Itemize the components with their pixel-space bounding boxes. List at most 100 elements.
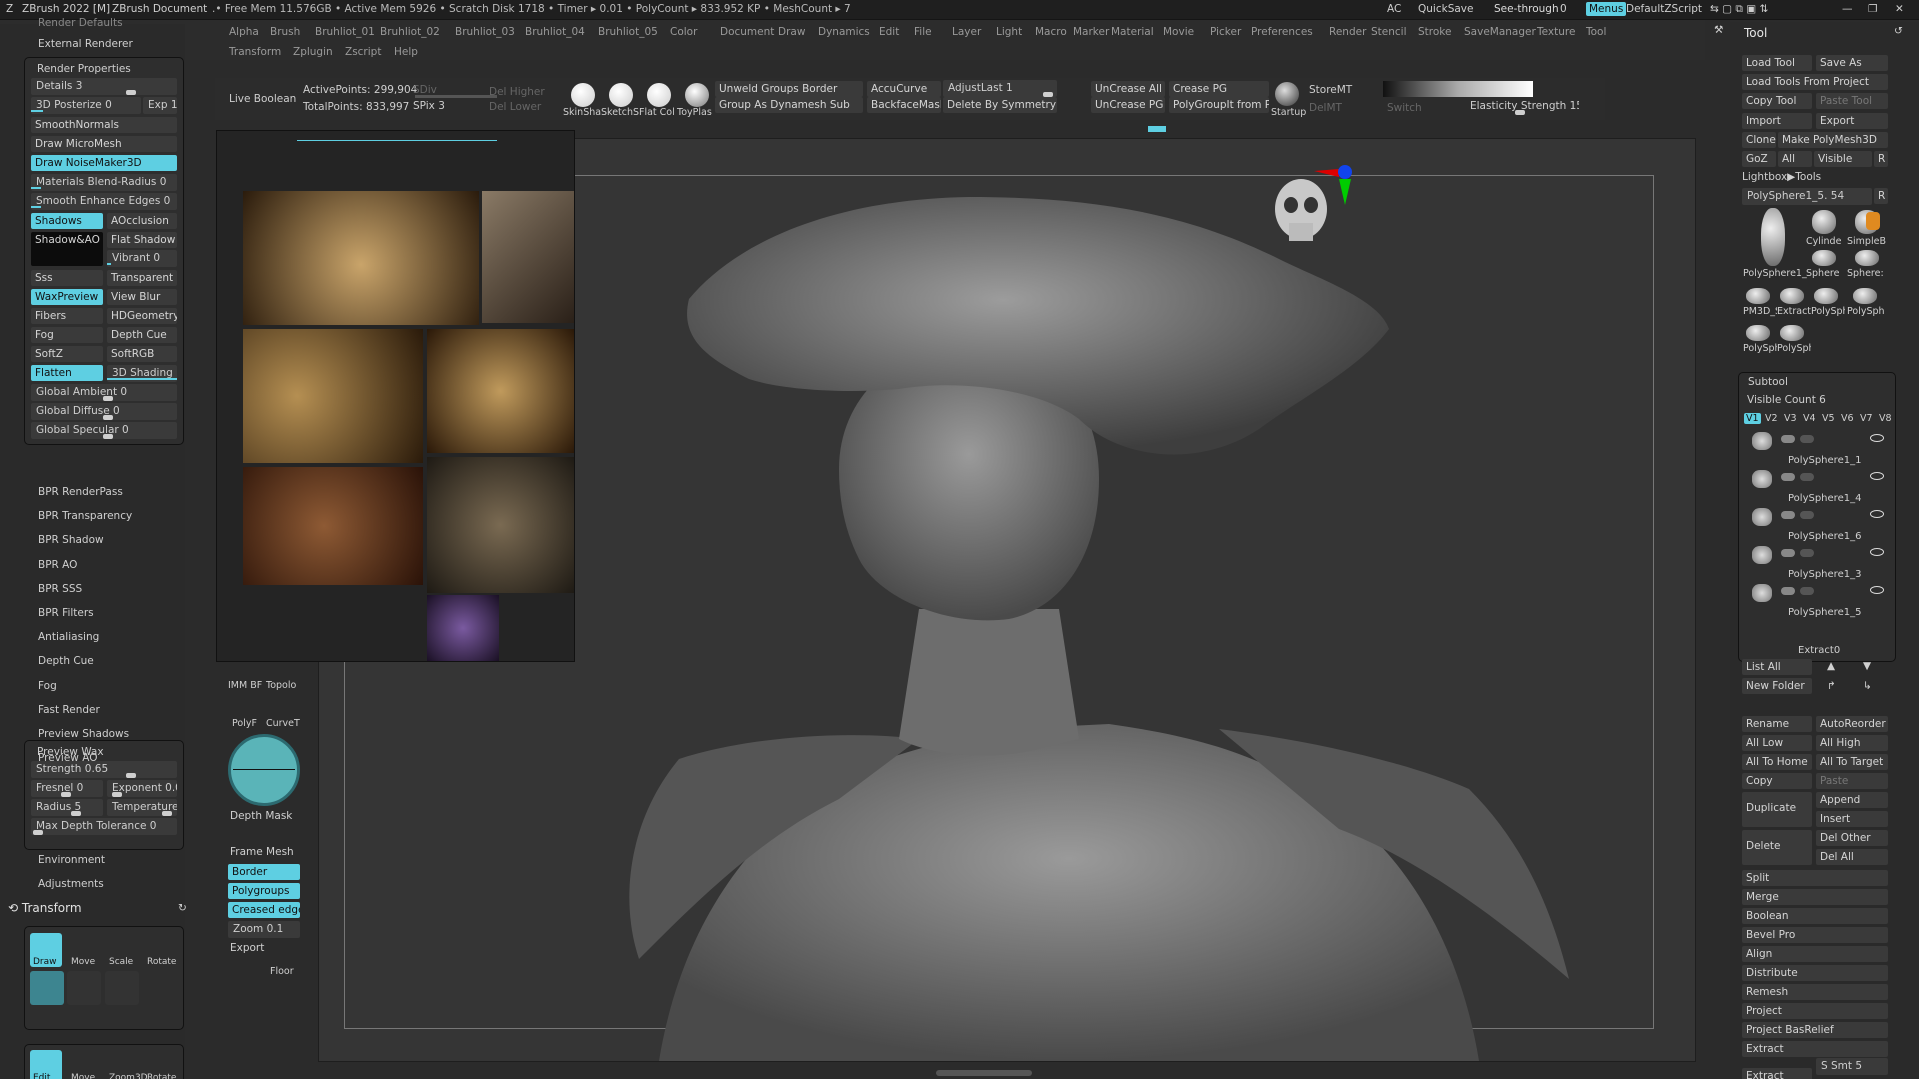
visibility-set-tab-v1[interactable]: V1 — [1744, 413, 1761, 424]
bottom-scroll-handle[interactable] — [936, 1070, 1032, 1076]
menu-bruhliot-02[interactable]: Bruhliot_02 — [380, 26, 440, 38]
storemt-button[interactable]: StoreMT — [1309, 84, 1352, 96]
shelf-scroll-marker[interactable] — [1148, 126, 1166, 132]
creased-edges-toggle[interactable]: Creased edges — [228, 902, 300, 918]
fog-toggle[interactable]: Fog — [31, 327, 103, 343]
save-as-button[interactable]: Save As — [1816, 55, 1888, 71]
3d-shading-slider[interactable]: 3D Shading 10 — [107, 365, 177, 382]
external-renderer-item[interactable]: External Renderer — [38, 38, 133, 50]
refresh-icon[interactable]: ↻ — [178, 902, 187, 914]
nav-tool-move[interactable]: Move — [71, 1073, 95, 1079]
tool-thumb-6[interactable] — [1780, 288, 1804, 304]
menu-brush[interactable]: Brush — [270, 26, 300, 38]
subtool-toggle-a-3[interactable] — [1781, 549, 1795, 557]
export-button[interactable]: Export — [1816, 113, 1888, 129]
tool-thumb-4[interactable] — [1855, 250, 1879, 266]
reference-image-5[interactable] — [243, 467, 423, 585]
flat-shadow-toggle[interactable]: Flat Shadow — [107, 232, 177, 248]
elasticity-strength-slider[interactable]: Elasticity Strength 156 — [1465, 98, 1579, 115]
vibrant-slider[interactable]: Vibrant 0 — [107, 250, 177, 267]
visibility-set-tab-v2[interactable]: V2 — [1763, 413, 1780, 424]
seethrough-slider[interactable]: See-through — [1494, 3, 1559, 15]
edit-sphere-icon[interactable] — [30, 971, 64, 1005]
section-bpr-transparency[interactable]: BPR Transparency — [38, 510, 132, 522]
ac-button[interactable]: AC — [1387, 3, 1401, 15]
delmt-button[interactable]: DelMT — [1309, 102, 1342, 114]
paste-tool-button[interactable]: Paste Tool — [1816, 93, 1888, 109]
materials-blend-radius-slider[interactable]: Materials Blend-Radius 0 — [31, 174, 177, 191]
visibility-set-tab-v3[interactable]: V3 — [1782, 413, 1799, 424]
import-button[interactable]: Import — [1742, 113, 1812, 129]
all-to-home-button[interactable]: All To Home — [1742, 754, 1812, 770]
subtool-toggle-a-1[interactable] — [1781, 473, 1795, 481]
material-ball-sketch[interactable] — [609, 83, 633, 107]
move-down-icon[interactable]: ▼ — [1863, 660, 1871, 672]
section-bpr-sss[interactable]: BPR SSS — [38, 583, 82, 595]
goz-all-button[interactable]: All — [1778, 151, 1812, 167]
folder-arrow-icon[interactable]: ↱ — [1827, 680, 1836, 692]
visibility-set-tab-v4[interactable]: V4 — [1801, 413, 1818, 424]
waxpreview-toggle[interactable]: WaxPreview — [31, 289, 103, 305]
export-button[interactable]: Export — [230, 942, 264, 954]
subtool-thumb-4[interactable] — [1752, 584, 1772, 602]
subtool-thumb-0[interactable] — [1752, 432, 1772, 450]
menu-tool[interactable]: Tool — [1586, 26, 1606, 38]
posterize-slider[interactable]: 3D Posterize 0 — [31, 97, 141, 114]
subtool-toggle-b-4[interactable] — [1800, 587, 1814, 595]
clone-button[interactable]: Clone — [1742, 132, 1776, 148]
append-button[interactable]: Append — [1816, 792, 1888, 808]
folder-arrow2-icon[interactable]: ↳ — [1863, 680, 1872, 692]
polygroupit-button[interactable]: PolyGroupIt from Pai — [1169, 97, 1269, 113]
draw-noisemaker-toggle[interactable]: Draw NoiseMaker3D — [31, 155, 177, 171]
group-as-dynamesh-sub-button[interactable]: Group As Dynamesh Sub — [715, 97, 863, 113]
subtool-thumb-1[interactable] — [1752, 470, 1772, 488]
menu-alpha[interactable]: Alpha — [229, 26, 259, 38]
transparent-toggle[interactable]: Transparent — [107, 270, 177, 286]
depth-cue-toggle[interactable]: Depth Cue — [107, 327, 177, 343]
sss-toggle[interactable]: Sss — [31, 270, 103, 286]
subtool-eye-icon-2[interactable] — [1870, 510, 1884, 518]
nav-tool-edit[interactable]: Edit — [33, 1073, 50, 1079]
rename-button[interactable]: Rename — [1742, 716, 1812, 732]
close-icon[interactable]: ✕ — [1895, 3, 1904, 15]
section-preview-shadows[interactable]: Preview Shadows — [38, 728, 129, 740]
reference-image-2[interactable] — [482, 191, 574, 323]
nav-tool-rotate[interactable]: Rotate — [147, 1073, 176, 1079]
global-ambient-slider[interactable]: Global Ambient 0 — [31, 384, 177, 401]
draw-micromesh-toggle[interactable]: Draw MicroMesh — [31, 136, 177, 152]
new-folder-button[interactable]: New Folder — [1742, 678, 1812, 694]
border-toggle[interactable]: Border — [228, 864, 300, 880]
menu-bruhliot-03[interactable]: Bruhliot_03 — [455, 26, 515, 38]
exp-slider[interactable]: Exp 1 — [143, 97, 177, 114]
depth-mask-dial[interactable] — [228, 734, 300, 806]
subtool-copy-button[interactable]: Copy — [1742, 773, 1812, 789]
section-preview-ao[interactable]: Preview AO — [38, 752, 97, 764]
startup-material-ball[interactable] — [1275, 82, 1299, 106]
reference-image-6[interactable] — [427, 457, 574, 593]
transform-header[interactable]: ⟲ Transform — [8, 901, 82, 915]
menu-transform[interactable]: Transform — [229, 46, 281, 58]
subpalette-distribute[interactable]: Distribute — [1742, 965, 1888, 981]
subtool-name-5[interactable]: Extract0 — [1798, 645, 1840, 656]
subtool-eye-icon-4[interactable] — [1870, 586, 1884, 594]
subtool-name-2[interactable]: PolySphere1_6 — [1788, 531, 1861, 542]
global-specular-slider[interactable]: Global Specular 0 — [31, 422, 177, 439]
subpalette-bevel-pro[interactable]: Bevel Pro — [1742, 927, 1888, 943]
all-high-button[interactable]: All High — [1816, 735, 1888, 751]
zoom-slider[interactable]: Zoom 0.1 — [228, 921, 300, 938]
lightbox-scrollbar[interactable] — [297, 131, 497, 141]
menu-document[interactable]: Document — [720, 26, 774, 38]
visibility-set-tab-v7[interactable]: V7 — [1858, 413, 1875, 424]
smooth-enhance-edges-slider[interactable]: Smooth Enhance Edges 0 — [31, 193, 177, 210]
details-slider[interactable]: Details 3 — [31, 78, 177, 95]
menu-zscript[interactable]: Zscript — [345, 46, 381, 58]
subtool-toggle-a-4[interactable] — [1781, 587, 1795, 595]
visibility-set-tab-v8[interactable]: V8 — [1877, 413, 1894, 424]
del-other-button[interactable]: Del Other — [1816, 830, 1888, 846]
s-smt-slider[interactable]: S Smt 5 — [1816, 1058, 1888, 1075]
menu-material[interactable]: Material — [1111, 26, 1154, 38]
temperature-slider[interactable]: Temperature — [107, 799, 177, 816]
menu-bruhliot-04[interactable]: Bruhliot_04 — [525, 26, 585, 38]
load-tool-button[interactable]: Load Tool — [1742, 55, 1812, 71]
move-up-icon[interactable]: ▲ — [1827, 660, 1835, 672]
